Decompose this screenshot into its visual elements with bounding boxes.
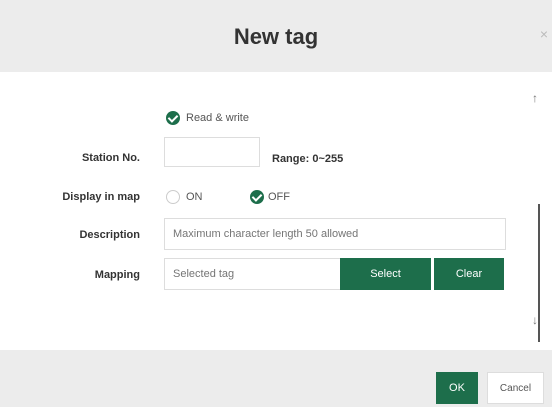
dialog-header: New tag × — [0, 0, 552, 72]
clear-button[interactable]: Clear — [434, 258, 504, 290]
display-on-radio-icon[interactable] — [166, 190, 180, 204]
dialog-footer: OK Cancel — [0, 350, 552, 407]
display-on-label: ON — [186, 191, 203, 203]
dialog-body: Read & write Station No. Range: 0~255 Di… — [0, 72, 552, 350]
description-label: Description — [79, 229, 140, 241]
station-range-text: Range: 0~255 — [272, 153, 344, 165]
ok-button[interactable]: OK — [436, 372, 478, 404]
display-in-map-label: Display in map — [62, 191, 140, 203]
read-write-label: Read & write — [186, 112, 249, 124]
close-icon[interactable]: × — [540, 26, 548, 42]
mapping-input[interactable] — [164, 258, 342, 290]
scroll-up-icon[interactable]: ↑ — [532, 92, 538, 104]
cancel-button[interactable]: Cancel — [487, 372, 544, 404]
select-button[interactable]: Select — [340, 258, 431, 290]
display-off-radio-icon[interactable] — [250, 190, 264, 204]
dialog-title: New tag — [233, 24, 319, 49]
mapping-label: Mapping — [94, 269, 140, 281]
description-input[interactable] — [164, 218, 506, 250]
scroll-down-icon[interactable]: ↓ — [532, 314, 538, 326]
station-no-input[interactable] — [164, 137, 260, 167]
display-off-label: OFF — [268, 191, 290, 203]
read-write-check-icon[interactable] — [166, 111, 180, 125]
scrollbar-thumb[interactable] — [538, 204, 540, 342]
station-no-label: Station No. — [81, 152, 140, 164]
